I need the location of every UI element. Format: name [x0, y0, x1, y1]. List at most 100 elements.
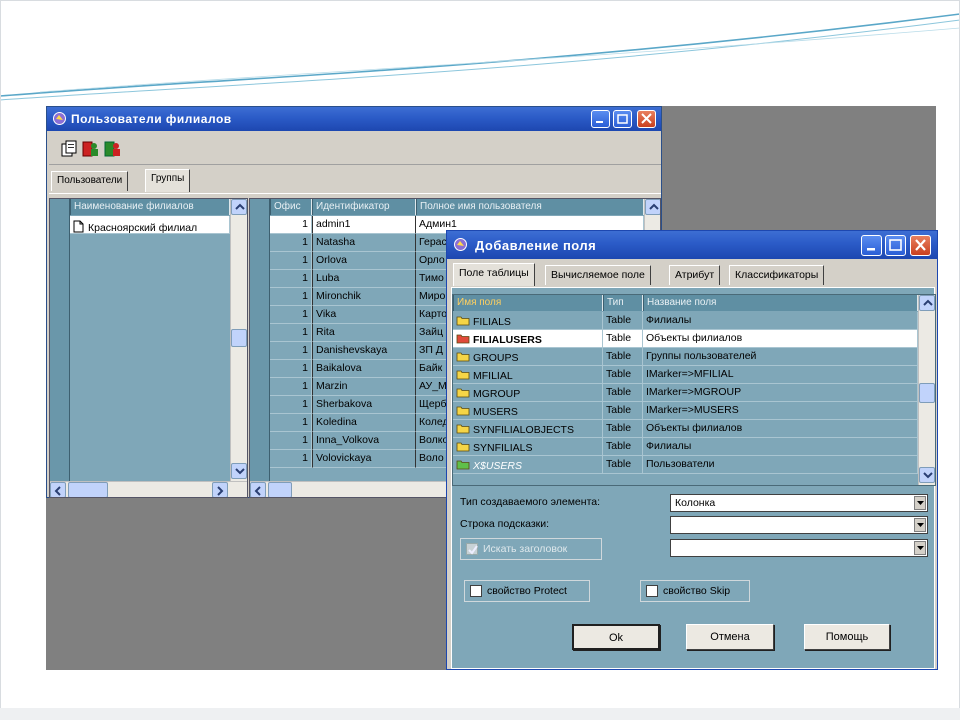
field-type-cell[interactable]: Table	[603, 384, 643, 402]
field-row[interactable]: MUSERS Table IMarker=>MUSERS	[453, 402, 918, 420]
office-cell[interactable]: 1	[270, 288, 312, 306]
office-cell[interactable]: 1	[270, 360, 312, 378]
field-name-column-header[interactable]: Имя поля	[453, 295, 603, 311]
field-name-cell[interactable]: SYNFILIALOBJECTS	[453, 420, 603, 438]
element-type-select[interactable]: Колонка	[670, 494, 928, 512]
minimize-button[interactable]	[591, 110, 610, 128]
user-id-cell[interactable]: admin1	[312, 216, 416, 234]
branches-users-titlebar[interactable]: Пользователи филиалов	[47, 107, 661, 131]
office-cell[interactable]: 1	[270, 378, 312, 396]
field-name-cell[interactable]: MFILIAL	[453, 366, 603, 384]
scroll-right-button[interactable]	[212, 482, 228, 497]
field-type-cell[interactable]: Table	[603, 366, 643, 384]
field-title-cell[interactable]: Объекты филиалов	[643, 330, 918, 348]
scroll-thumb[interactable]	[268, 482, 292, 497]
branch-row[interactable]: Красноярский филиал	[70, 216, 230, 234]
add-user-icon[interactable]	[103, 139, 123, 159]
field-row[interactable]: MFILIAL Table IMarker=>MFILIAL	[453, 366, 918, 384]
field-row[interactable]: GROUPS Table Группы пользователей	[453, 348, 918, 366]
office-cell[interactable]: 1	[270, 324, 312, 342]
office-cell[interactable]: 1	[270, 432, 312, 450]
user-id-cell[interactable]: Volovickaya	[312, 450, 416, 468]
user-id-cell[interactable]: Natasha	[312, 234, 416, 252]
scroll-down-button[interactable]	[919, 467, 935, 483]
field-title-cell[interactable]: Филиалы	[643, 438, 918, 456]
field-row[interactable]: SYNFILIALS Table Филиалы	[453, 438, 918, 456]
field-type-cell[interactable]: Table	[603, 312, 643, 330]
field-name-cell[interactable]: MUSERS	[453, 402, 603, 420]
extra-select[interactable]	[670, 539, 928, 557]
tab-calculated-field[interactable]: Вычисляемое поле	[545, 265, 651, 285]
field-row[interactable]: SYNFILIALOBJECTS Table Объекты филиалов	[453, 420, 918, 438]
user-id-cell[interactable]: Baikalova	[312, 360, 416, 378]
field-title-cell[interactable]: Филиалы	[643, 312, 918, 330]
user-id-cell[interactable]: Luba	[312, 270, 416, 288]
tab-table-field[interactable]: Поле таблицы	[453, 263, 535, 286]
scroll-up-button[interactable]	[919, 295, 935, 311]
maximize-button[interactable]	[885, 235, 906, 256]
user-id-cell[interactable]: Marzin	[312, 378, 416, 396]
scroll-thumb[interactable]	[68, 482, 108, 497]
scroll-down-button[interactable]	[231, 463, 247, 479]
field-row[interactable]: FILIALS Table Филиалы	[453, 312, 918, 330]
field-type-cell[interactable]: Table	[603, 438, 643, 456]
user-id-cell[interactable]: Orlova	[312, 252, 416, 270]
maximize-button[interactable]	[613, 110, 632, 128]
office-cell[interactable]: 1	[270, 342, 312, 360]
field-name-cell[interactable]: MGROUP	[453, 384, 603, 402]
user-id-cell[interactable]: Koledina	[312, 414, 416, 432]
ok-button[interactable]: Ok	[572, 624, 660, 650]
skip-checkbox[interactable]: свойство Skip	[640, 580, 750, 602]
field-row[interactable]: MGROUP Table IMarker=>MGROUP	[453, 384, 918, 402]
scroll-up-button[interactable]	[645, 199, 660, 215]
scroll-left-button[interactable]	[250, 482, 266, 497]
dropdown-arrow[interactable]	[914, 496, 926, 510]
user-id-cell[interactable]: Danishevskaya	[312, 342, 416, 360]
user-id-cell[interactable]: Sherbakova	[312, 396, 416, 414]
field-name-cell[interactable]: GROUPS	[453, 348, 603, 366]
branch-name-cell[interactable]: Красноярский филиал	[70, 216, 230, 234]
branches-column-header[interactable]: Наименование филиалов	[70, 199, 230, 215]
remove-user-icon[interactable]	[81, 139, 101, 159]
field-title-cell[interactable]: Объекты филиалов	[643, 420, 918, 438]
office-cell[interactable]: 1	[270, 252, 312, 270]
user-id-cell[interactable]: Inna_Volkova	[312, 432, 416, 450]
field-name-cell[interactable]: X$USERS	[453, 456, 603, 474]
field-title-cell[interactable]: Пользователи	[643, 456, 918, 474]
fullname-column-header[interactable]: Полное имя пользователя	[416, 199, 644, 215]
user-id-cell[interactable]: Vika	[312, 306, 416, 324]
field-type-cell[interactable]: Table	[603, 420, 643, 438]
field-type-cell[interactable]: Table	[603, 330, 643, 348]
field-title-cell[interactable]: IMarker=>MUSERS	[643, 402, 918, 420]
protect-checkbox[interactable]: свойство Protect	[464, 580, 590, 602]
scroll-up-button[interactable]	[231, 199, 247, 215]
field-row[interactable]: X$USERS Table Пользователи	[453, 456, 918, 474]
scroll-thumb[interactable]	[919, 383, 935, 403]
help-button[interactable]: Помощь	[804, 624, 890, 650]
tab-classifiers[interactable]: Классификаторы	[729, 265, 825, 285]
tab-users[interactable]: Пользователи	[51, 171, 129, 191]
field-title-cell[interactable]: IMarker=>MFILIAL	[643, 366, 918, 384]
cancel-button[interactable]: Отмена	[686, 624, 774, 650]
field-title-cell[interactable]: Группы пользователей	[643, 348, 918, 366]
branches-horizontal-scrollbar[interactable]	[50, 481, 247, 497]
close-button[interactable]	[637, 110, 656, 128]
office-cell[interactable]: 1	[270, 234, 312, 252]
branches-vertical-scrollbar[interactable]	[230, 199, 247, 481]
user-id-cell[interactable]: Rita	[312, 324, 416, 342]
tab-groups[interactable]: Группы	[145, 169, 191, 192]
office-cell[interactable]: 1	[270, 306, 312, 324]
add-field-titlebar[interactable]: Добавление поля	[447, 231, 937, 259]
office-column-header[interactable]: Офис	[270, 199, 312, 215]
scroll-left-button[interactable]	[50, 482, 66, 497]
field-type-column-header[interactable]: Тип	[603, 295, 643, 311]
copy-users-icon[interactable]	[59, 139, 79, 159]
hint-select[interactable]	[670, 516, 928, 534]
field-title-column-header[interactable]: Название поля	[643, 295, 918, 311]
office-cell[interactable]: 1	[270, 270, 312, 288]
close-button[interactable]	[910, 235, 931, 256]
scroll-thumb[interactable]	[231, 329, 247, 347]
field-name-cell[interactable]: FILIALS	[453, 312, 603, 330]
dropdown-arrow[interactable]	[914, 541, 926, 555]
fields-vertical-scrollbar[interactable]	[918, 295, 935, 485]
